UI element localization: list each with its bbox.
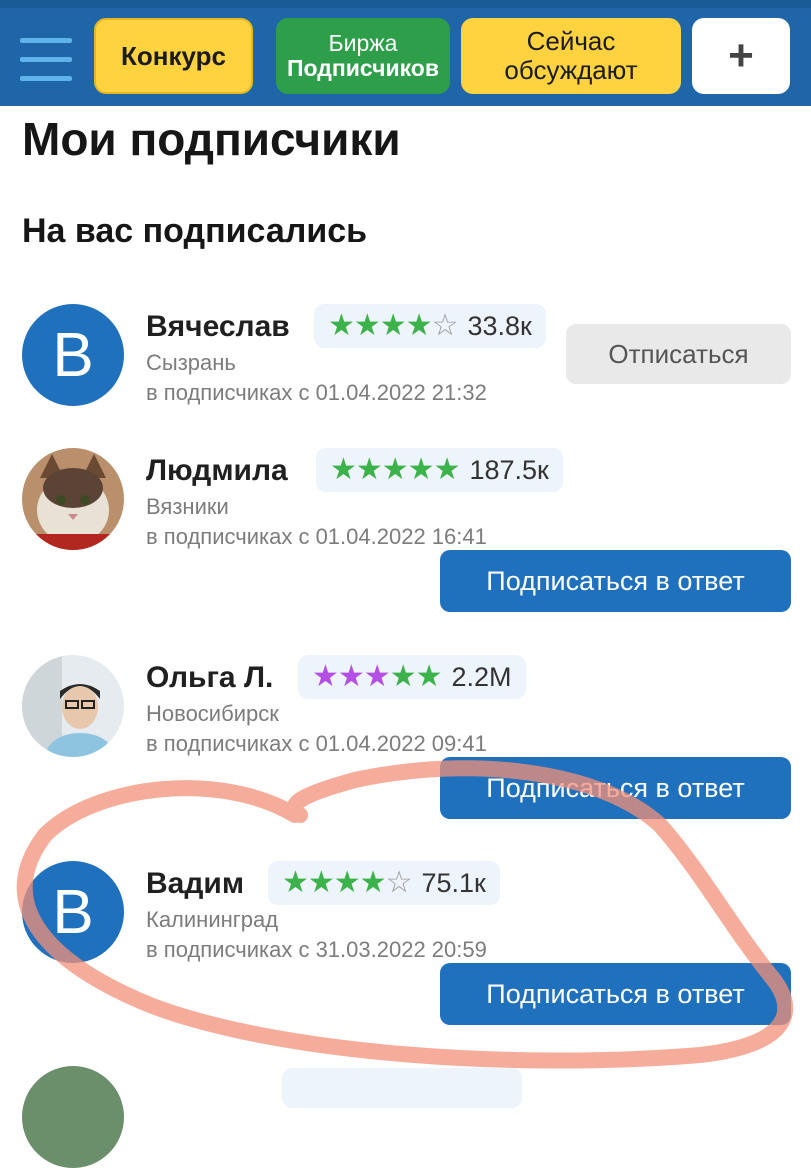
rating-stars-purple: ★★★ (312, 660, 391, 693)
rating-stars-filled: ★★★★ (282, 866, 387, 899)
subscriber-name[interactable]: Ольга Л. (146, 661, 273, 695)
rating-value: 75.1к (421, 867, 486, 898)
cat-photo-icon (22, 448, 124, 550)
rating-value: 2.2М (451, 661, 512, 692)
subscriber-exchange-button[interactable]: Биржа Подписчиков (276, 18, 450, 94)
rating-badge: ★★★ ★★ 2.2М (298, 655, 526, 699)
rating-value: 187.5к (469, 454, 549, 485)
avatar[interactable]: В (22, 304, 124, 406)
rating-stars-filled: ★★ (389, 660, 443, 693)
avatar[interactable] (22, 448, 124, 550)
subscriber-city: Новосибирск (146, 701, 279, 726)
exchange-label-line2: Подписчиков (287, 55, 439, 81)
subscribed-since: в подписчиках с 01.04.2022 16:41 (146, 524, 487, 549)
subscriber-name[interactable]: Людмила (146, 454, 288, 488)
section-title: На вас подписались (22, 212, 368, 250)
subscribed-since: в подписчиках с 01.04.2022 09:41 (146, 731, 487, 756)
rating-value: 33.8к (467, 310, 532, 341)
avatar[interactable] (22, 1066, 124, 1168)
discuss-label-line2: обсуждают (504, 55, 638, 85)
rating-badge: ★★★★★ 187.5к (316, 448, 563, 492)
subscribe-back-button[interactable]: Подписаться в ответ (440, 550, 791, 612)
contest-button-label: Конкурс (121, 40, 226, 71)
unsubscribe-button[interactable]: Отписаться (566, 324, 791, 384)
rating-stars-empty: ☆ (385, 866, 413, 899)
subscriber-item: В Вадим ★★★★ ☆ 75.1к Калининград в подпи… (0, 857, 811, 1057)
subscribe-back-button[interactable]: Подписаться в ответ (440, 963, 791, 1025)
discuss-label-line1: Сейчас (526, 26, 616, 57)
exchange-label-line1: Биржа (328, 29, 398, 56)
subscribed-since: в подписчиках с 01.04.2022 21:32 (146, 380, 487, 405)
rating-badge: ★★★★ ☆ 75.1к (268, 861, 500, 905)
plus-icon: + (728, 30, 754, 80)
subscriber-item: Людмила ★★★★★ 187.5к Вязники в подписчик… (0, 444, 811, 644)
page-title: Мои подписчики (22, 113, 401, 165)
subscriber-name[interactable]: Вадим (146, 867, 244, 901)
top-navigation-bar: Конкурс Биржа Подписчиков Сейчас обсужда… (0, 0, 811, 106)
avatar-initial: В (52, 320, 94, 390)
avatar[interactable]: В (22, 861, 124, 963)
rating-stars-filled: ★★★★★ (330, 453, 460, 486)
woman-photo-icon (22, 655, 124, 757)
contest-button[interactable]: Конкурс (94, 18, 253, 94)
rating-badge (282, 1068, 522, 1108)
rating-badge: ★★★★ ☆ 33.8к (314, 304, 546, 348)
add-button[interactable]: + (692, 18, 790, 94)
rating-stars-filled: ★★★★ (328, 309, 433, 342)
subscriber-name[interactable]: Вячеслав (146, 310, 290, 344)
subscriber-city: Сызрань (146, 350, 236, 375)
avatar[interactable] (22, 655, 124, 757)
avatar-initial: В (52, 877, 94, 947)
subscriber-item: Ольга Л. ★★★ ★★ 2.2М Новосибирск в подпи… (0, 651, 811, 851)
subscriber-city: Калининград (146, 907, 279, 932)
subscribed-since: в подписчиках с 31.03.2022 20:59 (146, 937, 487, 962)
hamburger-menu-icon[interactable] (20, 38, 72, 82)
trending-discussions-button[interactable]: Сейчас обсуждают (461, 18, 681, 94)
subscriber-city: Вязники (146, 494, 229, 519)
rating-stars-empty: ☆ (431, 309, 459, 342)
subscribe-back-button[interactable]: Подписаться в ответ (440, 757, 791, 819)
